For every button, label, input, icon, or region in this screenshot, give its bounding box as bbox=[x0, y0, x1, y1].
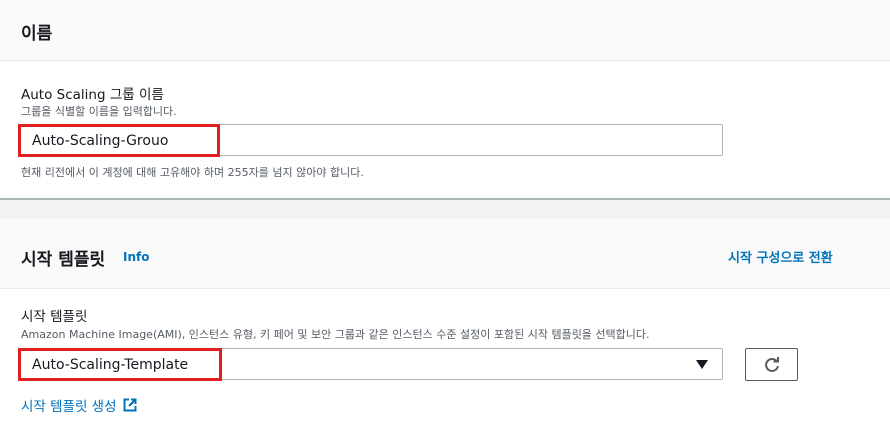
create-launch-template-label: 시작 템플릿 생성 bbox=[21, 399, 117, 415]
refresh-icon bbox=[764, 356, 779, 372]
info-link[interactable]: Info bbox=[123, 250, 149, 264]
name-panel: 이름 Auto Scaling 그룹 이름 그룹을 식별할 이름을 입력합니다.… bbox=[0, 0, 890, 198]
asg-name-description: 그룹을 식별할 이름을 입력합니다. bbox=[21, 105, 177, 118]
launch-template-selected-value[interactable]: Auto-Scaling-Template bbox=[18, 348, 222, 381]
refresh-button[interactable] bbox=[745, 348, 798, 381]
launch-template-label: 시작 템플릿 bbox=[21, 309, 88, 325]
launch-template-description: Amazon Machine Image(AMI), 인스턴스 유형, 키 페어… bbox=[21, 328, 650, 341]
create-launch-template-link[interactable]: 시작 템플릿 생성 bbox=[21, 395, 137, 415]
name-panel-header: 이름 bbox=[0, 0, 890, 61]
chevron-down-icon[interactable] bbox=[696, 360, 708, 369]
launch-template-section-title: 시작 템플릿 bbox=[21, 250, 106, 270]
switch-to-launch-config-link[interactable]: 시작 구성으로 전환 bbox=[728, 247, 833, 266]
launch-template-panel: 시작 템플릿 Info 시작 구성으로 전환 시작 템플릿 Amazon Mac… bbox=[0, 219, 890, 426]
asg-name-input[interactable]: Auto-Scaling-Grouo bbox=[18, 124, 220, 157]
asg-name-label: Auto Scaling 그룹 이름 bbox=[21, 87, 164, 103]
asg-name-constraint: 현재 리전에서 이 계정에 대해 고유해야 하며 255자를 넘지 않아야 합니… bbox=[21, 166, 364, 179]
section-divider bbox=[0, 198, 890, 200]
name-section-title: 이름 bbox=[21, 24, 53, 44]
external-link-icon bbox=[123, 398, 137, 412]
launch-template-panel-header: 시작 템플릿 Info 시작 구성으로 전환 bbox=[0, 219, 890, 289]
